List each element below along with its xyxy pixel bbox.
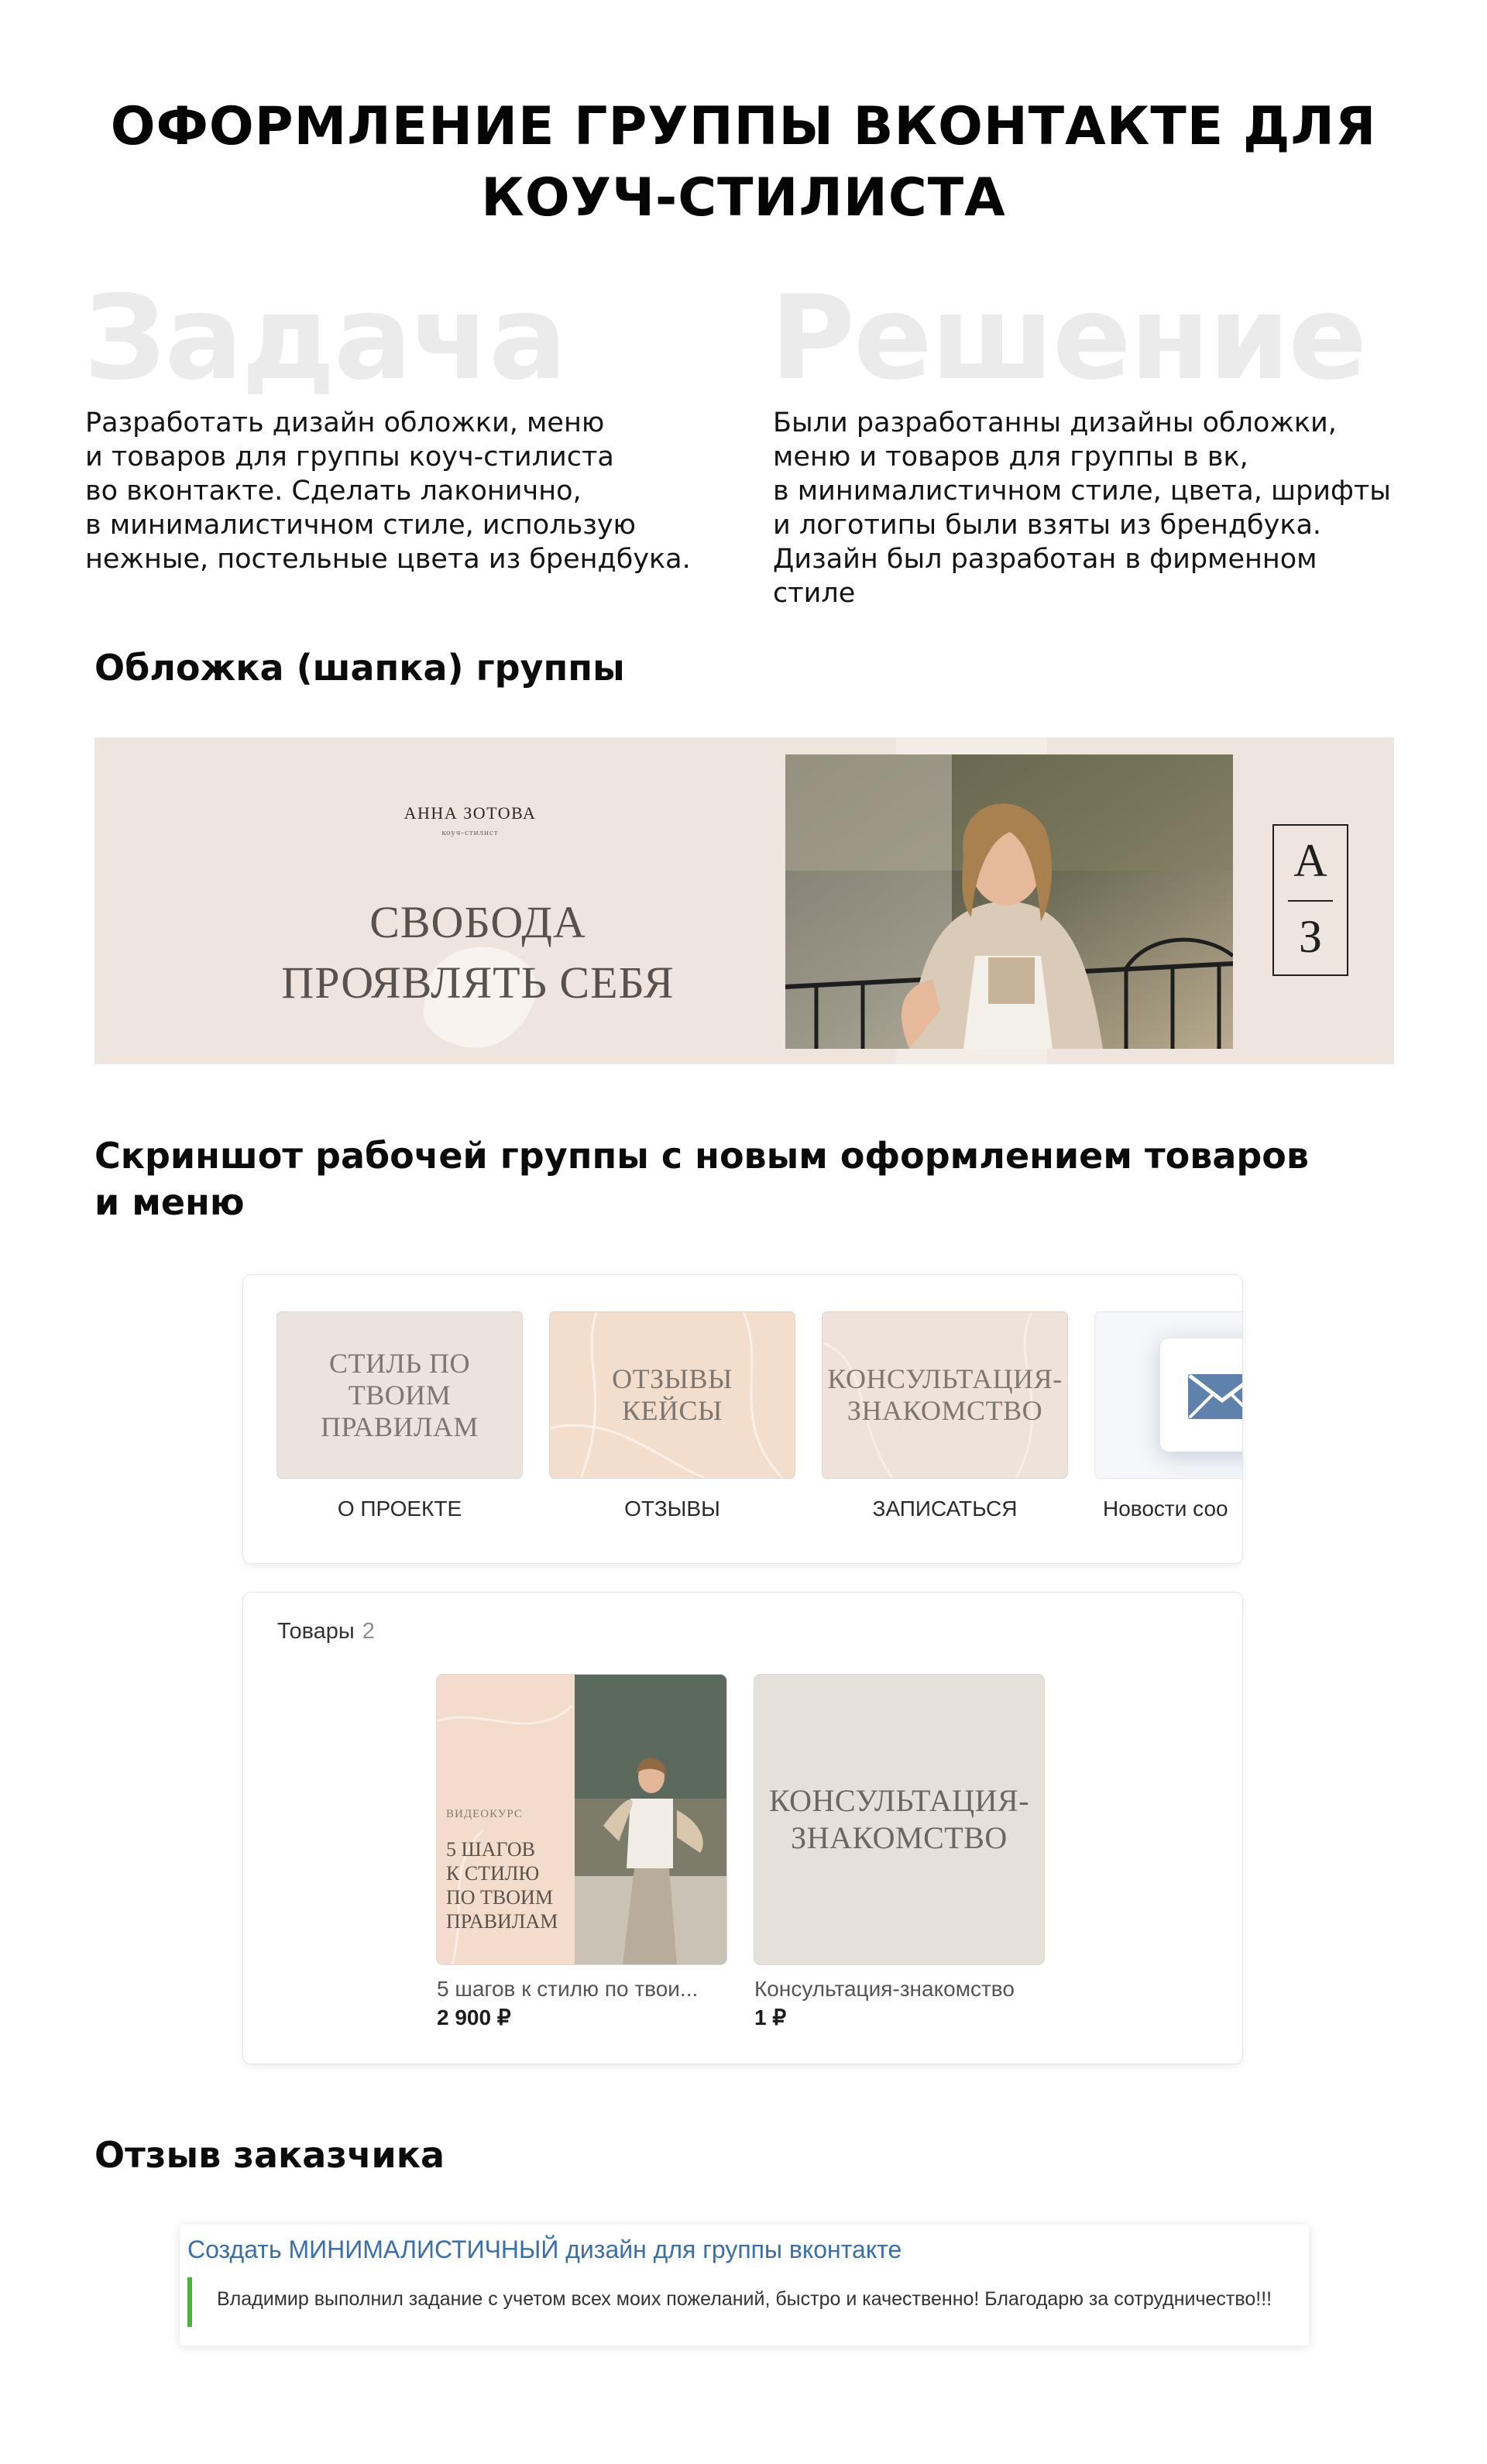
goods-header[interactable]: Товары 2 (277, 1619, 375, 1644)
page-title-line-2: КОУЧ-СТИЛИСТА (481, 167, 1006, 229)
menu-tile-text: СТИЛЬ ПО ТВОИМ ПРАВИЛАМ (321, 1347, 479, 1442)
monogram-top-letter: А (1293, 835, 1327, 886)
screenshot-section-title: Скриншот рабочей группы с новым оформлен… (94, 1132, 1309, 1225)
monogram-logo: А З (1272, 824, 1348, 976)
menu-tile-text: ОТЗЫВЫ КЕЙСЫ (612, 1363, 733, 1426)
screenshot-title-line-1: Скриншот рабочей группы с новым оформлен… (94, 1135, 1310, 1177)
task-text: Разработать дизайн обложки, меню и товар… (85, 407, 691, 575)
cover-section-title: Обложка (шапка) группы (94, 647, 625, 689)
solution-text: Были разработанны дизайны обложки, меню … (773, 407, 1391, 609)
product-card-title: 5 ШАГОВ К СТИЛЮ ПО ТВОИМ ПРАВИЛАМ (446, 1838, 558, 1933)
product-card-title: КОНСУЛЬТАЦИЯ- ЗНАКОМСТВО (768, 1783, 1030, 1855)
product-price: 1 ₽ (754, 2005, 787, 2029)
product-name[interactable]: Консультация-знакомство (754, 1977, 1049, 2002)
group-cover: АННА ЗОТОВА коуч-стилист СВОБОДА ПРОЯВЛЯ… (94, 737, 1394, 1064)
product-name[interactable]: 5 шагов к стилю по твои... (437, 1977, 731, 2002)
menu-tile-about[interactable]: СТИЛЬ ПО ТВОИМ ПРАВИЛАМ (277, 1312, 522, 1478)
envelope-icon (1188, 1374, 1242, 1419)
page-title-line-1: ОФОРМЛЕНИЕ ГРУППЫ ВКОНТАКТЕ ДЛЯ (110, 96, 1377, 157)
screenshot-title-line-2: и меню (94, 1181, 245, 1223)
goods-count: 2 (362, 1619, 375, 1644)
menu-label-news[interactable]: Новости соо (1103, 1497, 1242, 1521)
solution-heading: Решение (770, 271, 1367, 406)
menu-tile-booking[interactable]: КОНСУЛЬТАЦИЯ- ЗНАКОМСТВО (822, 1312, 1067, 1478)
monogram-divider (1288, 900, 1333, 902)
product-price: 2 900 ₽ (437, 2005, 511, 2029)
review-section-title: Отзыв заказчика (94, 2134, 445, 2176)
monogram-bottom-letter: З (1298, 911, 1323, 962)
menu-tile-text: КОНСУЛЬТАЦИЯ- ЗНАКОМСТВО (827, 1363, 1063, 1426)
page-title: ОФОРМЛЕНИЕ ГРУППЫ ВКОНТАКТЕ ДЛЯ КОУЧ-СТИ… (0, 91, 1487, 234)
product-kicker: ВИДЕОКУРС (446, 1808, 523, 1820)
mail-card[interactable] (1160, 1339, 1242, 1452)
review-card: Создать МИНИМАЛИСТИЧНЫЙ дизайн для групп… (180, 2225, 1309, 2345)
review-text: Владимир выполнил задание с учетом всех … (217, 2288, 1272, 2310)
product-card-consultation[interactable]: КОНСУЛЬТАЦИЯ- ЗНАКОМСТВО (754, 1675, 1044, 1964)
product-card-course[interactable]: ВИДЕОКУРС 5 ШАГОВ К СТИЛЮ ПО ТВОИМ ПРАВИ… (437, 1675, 726, 1964)
goods-title: Товары (277, 1619, 355, 1644)
cover-subtitle: коуч-стилист (441, 828, 499, 837)
task-heading: Задача (84, 271, 567, 406)
group-menu-panel: СТИЛЬ ПО ТВОИМ ПРАВИЛАМ О ПРОЕКТЕ ОТЗЫВЫ… (243, 1275, 1242, 1563)
review-accent-bar (187, 2277, 192, 2327)
menu-tile-reviews[interactable]: ОТЗЫВЫ КЕЙСЫ (550, 1312, 795, 1478)
menu-label-about[interactable]: О ПРОЕКТЕ (276, 1497, 524, 1521)
cover-photo (785, 754, 1233, 1049)
menu-label-reviews[interactable]: ОТЗЫВЫ (548, 1497, 796, 1521)
cover-slogan: СВОБОДА ПРОЯВЛЯТЬ СЕБЯ (281, 897, 675, 1008)
goods-panel: Товары 2 ВИДЕОКУРС 5 ШАГОВ К СТИЛЮ ПО ТВО… (243, 1593, 1242, 2064)
review-task-link[interactable]: Создать МИНИМАЛИСТИЧНЫЙ дизайн для групп… (187, 2235, 901, 2264)
cover-name: АННА ЗОТОВА (404, 803, 537, 823)
menu-label-booking[interactable]: ЗАПИСАТЬСЯ (821, 1497, 1069, 1521)
